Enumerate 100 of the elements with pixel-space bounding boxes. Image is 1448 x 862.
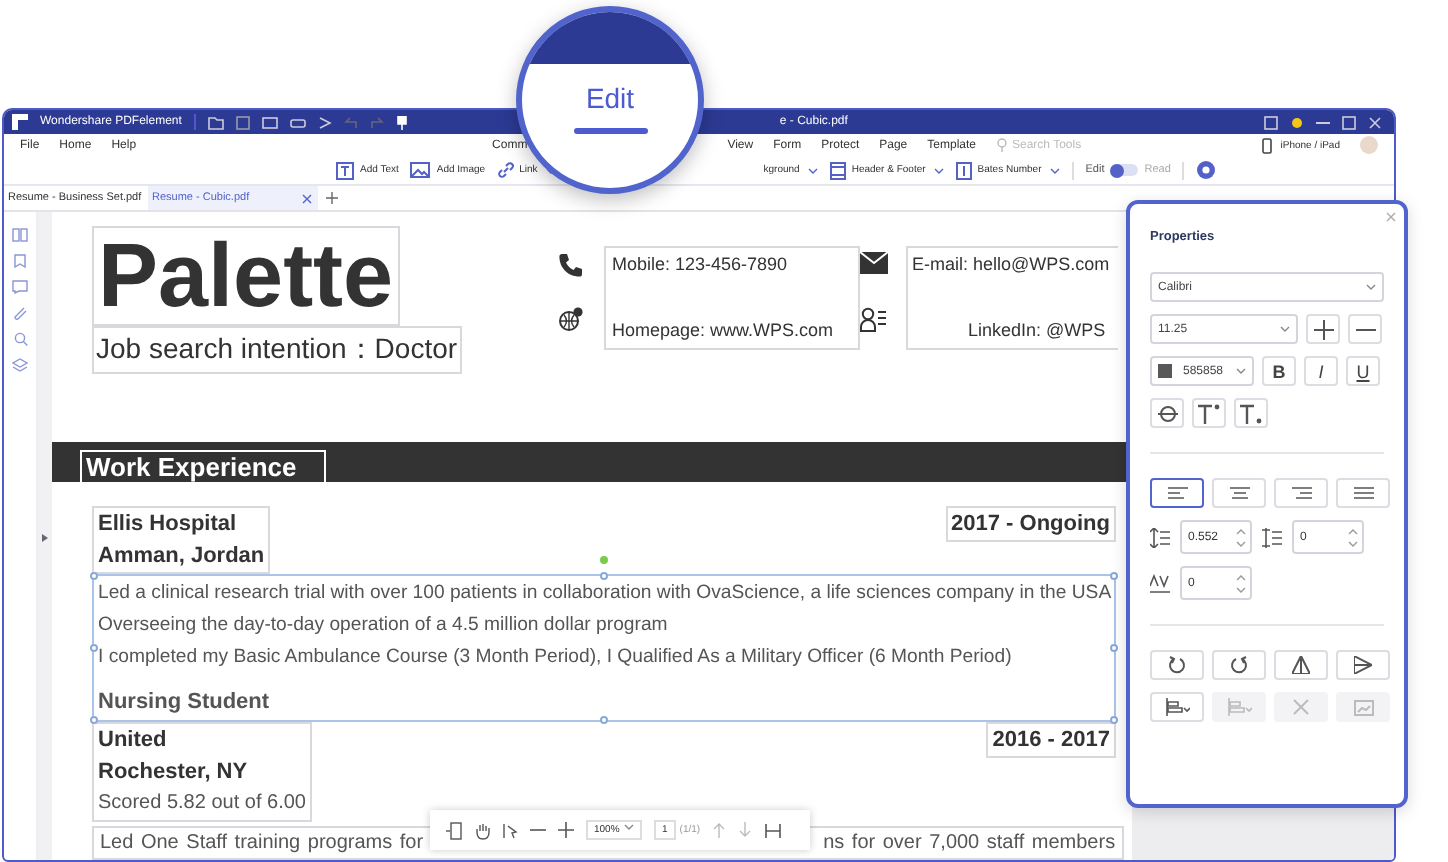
paragraph-text[interactable]: Led One Staff training programs for [100, 832, 424, 854]
line-spacing-icon [1150, 527, 1170, 547]
layers-icon[interactable] [12, 358, 28, 372]
align-icon [1229, 486, 1249, 500]
contact-card-icon [860, 306, 888, 332]
resize-handle[interactable] [1110, 716, 1118, 724]
bookmark-icon[interactable] [14, 254, 26, 268]
fit-page-icon[interactable] [446, 821, 462, 839]
image-icon [1353, 699, 1373, 715]
stepper-arrows-icon [1236, 573, 1246, 593]
hand-icon[interactable] [474, 821, 490, 839]
save-icon[interactable] [235, 115, 250, 129]
sun-icon[interactable] [1290, 115, 1304, 129]
mode-toggle[interactable] [1110, 164, 1139, 176]
fit-width-icon[interactable] [764, 821, 783, 839]
expand-arrow-icon[interactable] [42, 534, 48, 542]
resize-handle[interactable] [1110, 644, 1118, 652]
resize-handle[interactable] [1110, 572, 1118, 580]
contact-text[interactable]: E-mail: hello@WPS.com [912, 252, 1112, 276]
superscript-button[interactable] [1192, 398, 1226, 428]
plus-icon [1313, 319, 1333, 339]
settings-icon[interactable] [1196, 160, 1217, 180]
send-icon[interactable] [317, 115, 332, 129]
link-icon [497, 162, 514, 178]
caret-icon [1366, 284, 1376, 290]
close-icon[interactable] [1368, 115, 1382, 129]
search-icon[interactable] [13, 332, 27, 346]
flip-vertical-button[interactable] [1274, 650, 1328, 680]
minus-icon [1355, 327, 1375, 331]
job-intention[interactable]: Job search intention：Doctor [92, 326, 462, 374]
attachment-icon[interactable] [12, 306, 28, 320]
caret-icon [1236, 368, 1246, 374]
date-range[interactable]: 2016 - 2017 [986, 722, 1116, 758]
select-cursor-icon[interactable] [502, 821, 518, 839]
folder-icon[interactable] [207, 115, 224, 129]
thumbnails-icon[interactable] [12, 228, 28, 242]
close-tab-icon[interactable] [302, 193, 312, 203]
contact-text[interactable]: Mobile: 123-456-7890 [612, 252, 852, 276]
flip-horizontal-icon [1354, 656, 1372, 674]
text-icon [336, 161, 354, 179]
align-button[interactable] [1150, 478, 1204, 508]
resize-handle[interactable] [90, 644, 98, 652]
align-icon [1167, 486, 1187, 500]
employer-location[interactable]: Amman, Jordan [98, 540, 265, 572]
resume-name[interactable]: Palette [92, 226, 400, 326]
resize-handle[interactable] [600, 572, 608, 580]
increase-size-button[interactable] [1306, 314, 1340, 344]
rotate-left-button[interactable] [1150, 650, 1204, 680]
paragraph-text[interactable]: I completed my Basic Ambulance Course (3 Month Period), I Qualified As a Military Officer (6 Month Period) [98, 642, 1110, 674]
paragraph-text[interactable]: Led a clinical research trial with over 100 patients in collaboration with OvaScience, a life sciences company in the USA [98, 578, 1110, 610]
stepper-arrows-icon [1236, 527, 1246, 547]
arrange-dropdown[interactable] [1150, 692, 1204, 722]
subscript-icon [1240, 403, 1262, 423]
section-heading[interactable]: Work Experience [80, 450, 327, 482]
format-button[interactable]: U [1346, 356, 1380, 386]
rotate-right-button[interactable] [1212, 650, 1266, 680]
strikethrough-icon [1157, 403, 1177, 423]
resize-handle[interactable] [90, 716, 98, 724]
number-icon [955, 161, 972, 179]
contact-text[interactable]: LinkedIn: @WPS [912, 318, 1112, 342]
caret-icon [1280, 326, 1290, 332]
subscript-button[interactable] [1234, 398, 1268, 428]
rotate-handle[interactable] [600, 556, 608, 564]
zoom-in-icon[interactable] [558, 822, 574, 838]
resize-handle[interactable] [90, 572, 98, 580]
format-button[interactable]: I [1304, 356, 1338, 386]
caret-icon [624, 824, 634, 830]
flip-horizontal-button[interactable] [1336, 650, 1390, 680]
resize-handle[interactable] [600, 716, 608, 724]
score-text[interactable]: Scored 5.82 out of 6.00 [94, 788, 310, 820]
align-objects-icon [1165, 698, 1189, 716]
menu-item[interactable]: Edit [585, 82, 635, 114]
rotate-right-icon [1230, 656, 1248, 674]
character-spacing-icon [1150, 573, 1170, 593]
rotate-left-icon [1168, 656, 1186, 674]
school-location[interactable]: Rochester, NY [94, 756, 310, 788]
phone-icon[interactable] [1262, 137, 1273, 153]
phone-icon [558, 252, 584, 278]
superscript-icon [1198, 403, 1220, 423]
bulb-icon [996, 138, 1008, 152]
format-button[interactable]: B [1262, 356, 1296, 386]
caret-icon [807, 167, 818, 173]
new-tab-icon[interactable] [326, 192, 338, 204]
print-icon[interactable] [289, 115, 306, 129]
maximize-icon[interactable] [1342, 115, 1356, 129]
date-range[interactable]: 2017 - Ongoing [945, 506, 1116, 542]
flip-vertical-icon [1292, 656, 1310, 674]
paragraph-text[interactable]: Overseeing the day-to-day operation of a 4.5 million dollar program [98, 610, 1110, 642]
decrease-size-button[interactable] [1348, 314, 1382, 344]
school-name[interactable]: United [94, 724, 310, 756]
contact-text[interactable]: Homepage: www.WPS.com [612, 318, 852, 342]
mail-icon[interactable] [261, 115, 278, 129]
role-title[interactable]: Nursing Student [98, 674, 1110, 718]
comment-icon[interactable] [12, 280, 28, 294]
feedback-icon[interactable] [1264, 115, 1278, 129]
strikethrough-button[interactable] [1150, 398, 1184, 428]
employer-name[interactable]: Ellis Hospital [98, 508, 265, 540]
mail-icon [860, 252, 888, 274]
paragraph-text[interactable]: ns for over 7,000 staff members [823, 832, 1116, 854]
pin-icon[interactable] [395, 115, 408, 129]
